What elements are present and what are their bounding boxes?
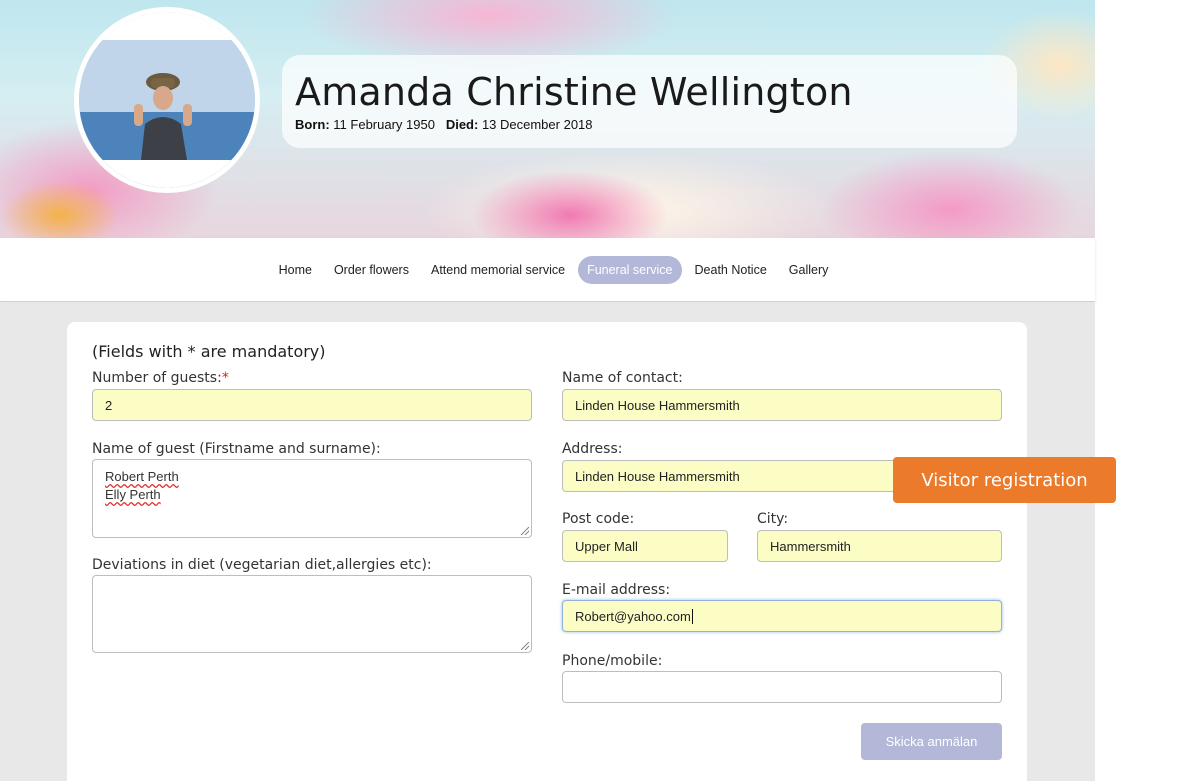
submit-registration-button[interactable]: Skicka anmälan (861, 723, 1002, 760)
email-input[interactable]: Robert@yahoo.com (562, 600, 1002, 632)
phone-label: Phone/mobile: (562, 653, 663, 669)
guest-names-textarea[interactable]: Robert Perth Elly Perth (92, 459, 532, 538)
post-code-value: Upper Mall (575, 538, 638, 554)
post-code-label: Post code: (562, 511, 635, 527)
required-mark: * (221, 370, 229, 386)
life-dates: Born: 11 February 1950 Died: 13 December… (295, 117, 593, 132)
nav-item-funeral-service[interactable]: Funeral service (578, 256, 682, 284)
nav-item-death-notice[interactable]: Death Notice (686, 256, 776, 284)
text-caret (691, 608, 693, 624)
email-label: E-mail address: (562, 582, 671, 598)
died-label: Died: (445, 117, 479, 132)
died-date: 13 December 2018 (481, 117, 593, 132)
phone-input[interactable] (562, 671, 1002, 703)
resize-handle-icon[interactable] (521, 642, 529, 650)
mandatory-note: (Fields with * are mandatory) (92, 342, 326, 361)
diet-label: Deviations in diet (vegetarian diet,alle… (92, 557, 432, 573)
resize-handle-icon[interactable] (521, 527, 529, 535)
born-label: Born: (295, 117, 330, 132)
guests-count-label-text: Number of guests: (92, 370, 222, 386)
portrait-photo-icon (79, 12, 255, 188)
nav-list: Home Order flowers Attend memorial servi… (0, 256, 1095, 284)
city-label: City: (757, 511, 789, 527)
nav-item-home[interactable]: Home (270, 256, 321, 284)
avatar (79, 12, 255, 188)
contact-name-value: Linden House Hammersmith (575, 397, 740, 413)
guest-name-line: Elly Perth (105, 487, 161, 502)
contact-name-input[interactable]: Linden House Hammersmith (562, 389, 1002, 421)
guests-count-input[interactable]: 2 (92, 389, 532, 421)
nav-item-gallery[interactable]: Gallery (780, 256, 838, 284)
main-nav: Home Order flowers Attend memorial servi… (0, 238, 1095, 302)
born-date: 11 February 1950 (333, 117, 435, 132)
guest-name-line: Robert Perth (105, 469, 179, 484)
address-value: Linden House Hammersmith (575, 468, 740, 484)
guest-names-label: Name of guest (Firstname and surname): (92, 441, 381, 457)
city-input[interactable]: Hammersmith (757, 530, 1002, 562)
contact-name-label: Name of contact: (562, 370, 683, 386)
email-value: Robert@yahoo.com (575, 608, 691, 624)
guests-count-value: 2 (105, 397, 113, 413)
city-value: Hammersmith (770, 538, 851, 554)
nav-item-order-flowers[interactable]: Order flowers (325, 256, 418, 284)
deceased-name: Amanda Christine Wellington (295, 70, 853, 114)
banner-flower-blur (820, 150, 1080, 238)
visitor-registration-badge: Visitor registration (893, 457, 1116, 503)
page: Amanda Christine Wellington Born: 11 Feb… (0, 0, 1186, 781)
address-label: Address: (562, 441, 623, 457)
post-code-input[interactable]: Upper Mall (562, 530, 728, 562)
nav-item-attend-memorial-service[interactable]: Attend memorial service (422, 256, 574, 284)
guests-count-label: Number of guests:* (92, 370, 229, 386)
diet-textarea[interactable] (92, 575, 532, 653)
